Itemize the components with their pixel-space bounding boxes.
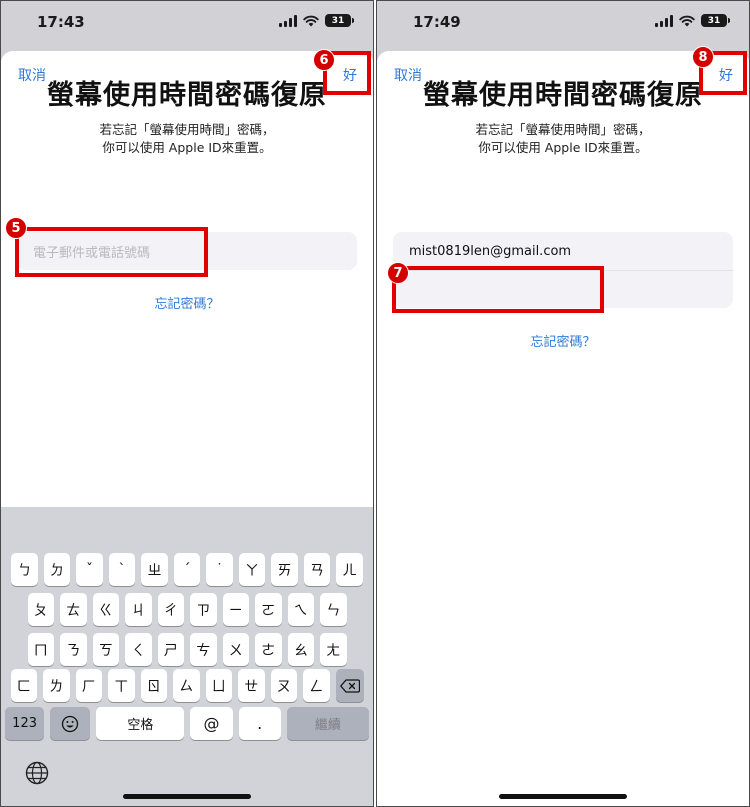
delete-key[interactable] xyxy=(335,669,364,702)
forgot-password-link[interactable]: 忘記密碼？ xyxy=(1,293,373,312)
screenshot-right: 17:49 31 取消 好 螢幕使用時間密碼復原 若忘記「螢幕使用時間」密碼， … xyxy=(376,0,750,807)
key[interactable]: ㄛ xyxy=(255,593,282,626)
cellular-signal-icon xyxy=(655,14,673,27)
key[interactable]: ㄤ xyxy=(320,633,347,666)
key[interactable]: ㄐ xyxy=(125,593,152,626)
key[interactable]: ㄖ xyxy=(140,669,167,702)
key[interactable]: ㄋ xyxy=(60,633,87,666)
step-badge-7: 7 xyxy=(387,262,409,284)
home-indicator xyxy=(499,794,627,799)
subtitle-line-1: 若忘記「螢幕使用時間」密碼， xyxy=(475,122,651,137)
cellular-signal-icon xyxy=(279,14,297,27)
backspace-icon xyxy=(339,678,360,693)
status-time: 17:49 xyxy=(413,13,461,31)
key[interactable]: ㄞ xyxy=(271,553,298,586)
key[interactable]: ㄗ xyxy=(190,593,217,626)
globe-icon[interactable] xyxy=(25,761,49,785)
keyboard-row-3: ㄇ ㄋ ㄎ ㄑ ㄕ ㄘ ㄨ ㄜ ㄠ ㄤ xyxy=(1,633,373,666)
at-key[interactable]: @ xyxy=(190,707,233,740)
key[interactable]: ˊ xyxy=(173,553,201,586)
key[interactable]: ㄈ xyxy=(10,669,37,702)
key[interactable]: ˋ xyxy=(108,553,136,586)
emoji-icon xyxy=(62,715,79,732)
key[interactable]: ㄩ xyxy=(205,669,232,702)
status-icons: 31 xyxy=(655,14,730,27)
key[interactable]: ㄑ xyxy=(125,633,152,666)
numbers-key[interactable]: 123 xyxy=(5,707,45,740)
emoji-key[interactable] xyxy=(50,707,91,740)
key[interactable]: ㄎ xyxy=(92,633,119,666)
wifi-icon xyxy=(679,15,695,26)
highlight-password-input xyxy=(392,266,604,313)
space-key[interactable]: 空格 xyxy=(96,707,185,740)
account-input[interactable]: mist0819len@gmail.com xyxy=(393,232,733,270)
key[interactable]: ㄟ xyxy=(287,593,314,626)
key[interactable]: ㄘ xyxy=(190,633,217,666)
step-badge-5: 5 xyxy=(5,217,27,239)
page-subtitle: 若忘記「螢幕使用時間」密碼， 你可以使用 Apple ID來重置。 xyxy=(377,121,749,157)
key[interactable]: ㄚ xyxy=(238,553,266,586)
key[interactable]: ㄇ xyxy=(27,633,54,666)
key[interactable]: ㄙ xyxy=(173,669,200,702)
recovery-sheet: 取消 好 xyxy=(377,51,749,806)
keyboard-row-5: 123 空格 @ . 繼續 xyxy=(1,707,373,740)
keyboard-row-2: ㄆ ㄊ ㄍ ㄐ ㄔ ㄗ ㄧ ㄛ ㄟ ㄣ xyxy=(1,593,373,626)
step-badge-6: 6 xyxy=(313,49,335,71)
key[interactable]: ㄉ xyxy=(43,553,71,586)
battery-icon: 31 xyxy=(325,14,354,27)
status-icons: 31 xyxy=(279,14,354,27)
key[interactable]: ㄦ xyxy=(336,553,363,586)
key[interactable]: ㄍ xyxy=(92,593,119,626)
key[interactable]: ㄓ xyxy=(141,553,168,586)
page-title: 螢幕使用時間密碼復原 xyxy=(423,80,703,111)
keyboard-row-1: ㄅ ㄉ ˇ ˋ ㄓ ˊ ˙ ㄚ ㄞ ㄢ ㄦ xyxy=(1,553,373,586)
step-badge-8: 8 xyxy=(692,46,714,68)
key[interactable]: ㄨ xyxy=(222,633,249,666)
highlight-account-input xyxy=(15,227,208,277)
subtitle-line-2: 你可以使用 Apple ID來重置。 xyxy=(102,140,272,155)
key[interactable]: ˙ xyxy=(206,553,233,586)
keyboard-row-4: ㄈ ㄌ ㄏ ㄒ ㄖ ㄙ ㄩ ㄝ ㄡ ㄥ xyxy=(1,669,373,702)
battery-icon: 31 xyxy=(701,14,730,27)
key[interactable]: ㄜ xyxy=(255,633,282,666)
key[interactable]: ㄆ xyxy=(27,593,54,626)
wifi-icon xyxy=(303,15,319,26)
page-subtitle: 若忘記「螢幕使用時間」密碼， 你可以使用 Apple ID來重置。 xyxy=(1,121,373,157)
continue-key[interactable]: 繼續 xyxy=(286,707,370,740)
screenshot-left: 17:43 31 取消 好 螢幕使用時間密碼復原 若忘記「螢幕使用時間」密碼， … xyxy=(0,0,374,807)
key[interactable]: ㄝ xyxy=(238,669,265,702)
key[interactable]: ㄥ xyxy=(303,669,330,702)
key[interactable]: ㄢ xyxy=(303,553,331,586)
key[interactable]: ㄕ xyxy=(157,633,184,666)
page-title: 螢幕使用時間密碼復原 xyxy=(47,80,327,111)
key[interactable]: ㄌ xyxy=(43,669,70,702)
key[interactable]: ㄒ xyxy=(108,669,135,702)
status-time: 17:43 xyxy=(37,13,85,31)
key[interactable]: ㄏ xyxy=(75,669,102,702)
key[interactable]: ㄊ xyxy=(60,593,87,626)
dot-key[interactable]: . xyxy=(238,707,281,740)
key[interactable]: ㄡ xyxy=(270,669,297,702)
key[interactable]: ㄧ xyxy=(222,593,249,626)
forgot-password-link[interactable]: 忘記密碼？ xyxy=(377,331,749,350)
zhuyin-keyboard: ㄅ ㄉ ˇ ˋ ㄓ ˊ ˙ ㄚ ㄞ ㄢ ㄦ ㄆ ㄊ ㄍ ㄐ ㄔ ㄗ ㄧ ㄛ ㄟ … xyxy=(1,507,373,806)
subtitle-line-2: 你可以使用 Apple ID來重置。 xyxy=(478,140,648,155)
key[interactable]: ㄔ xyxy=(157,593,184,626)
key[interactable]: ㄣ xyxy=(320,593,347,626)
home-indicator xyxy=(123,794,251,799)
subtitle-line-1: 若忘記「螢幕使用時間」密碼， xyxy=(99,122,275,137)
key[interactable]: ˇ xyxy=(76,553,103,586)
key[interactable]: ㄠ xyxy=(287,633,314,666)
key[interactable]: ㄅ xyxy=(11,553,38,586)
